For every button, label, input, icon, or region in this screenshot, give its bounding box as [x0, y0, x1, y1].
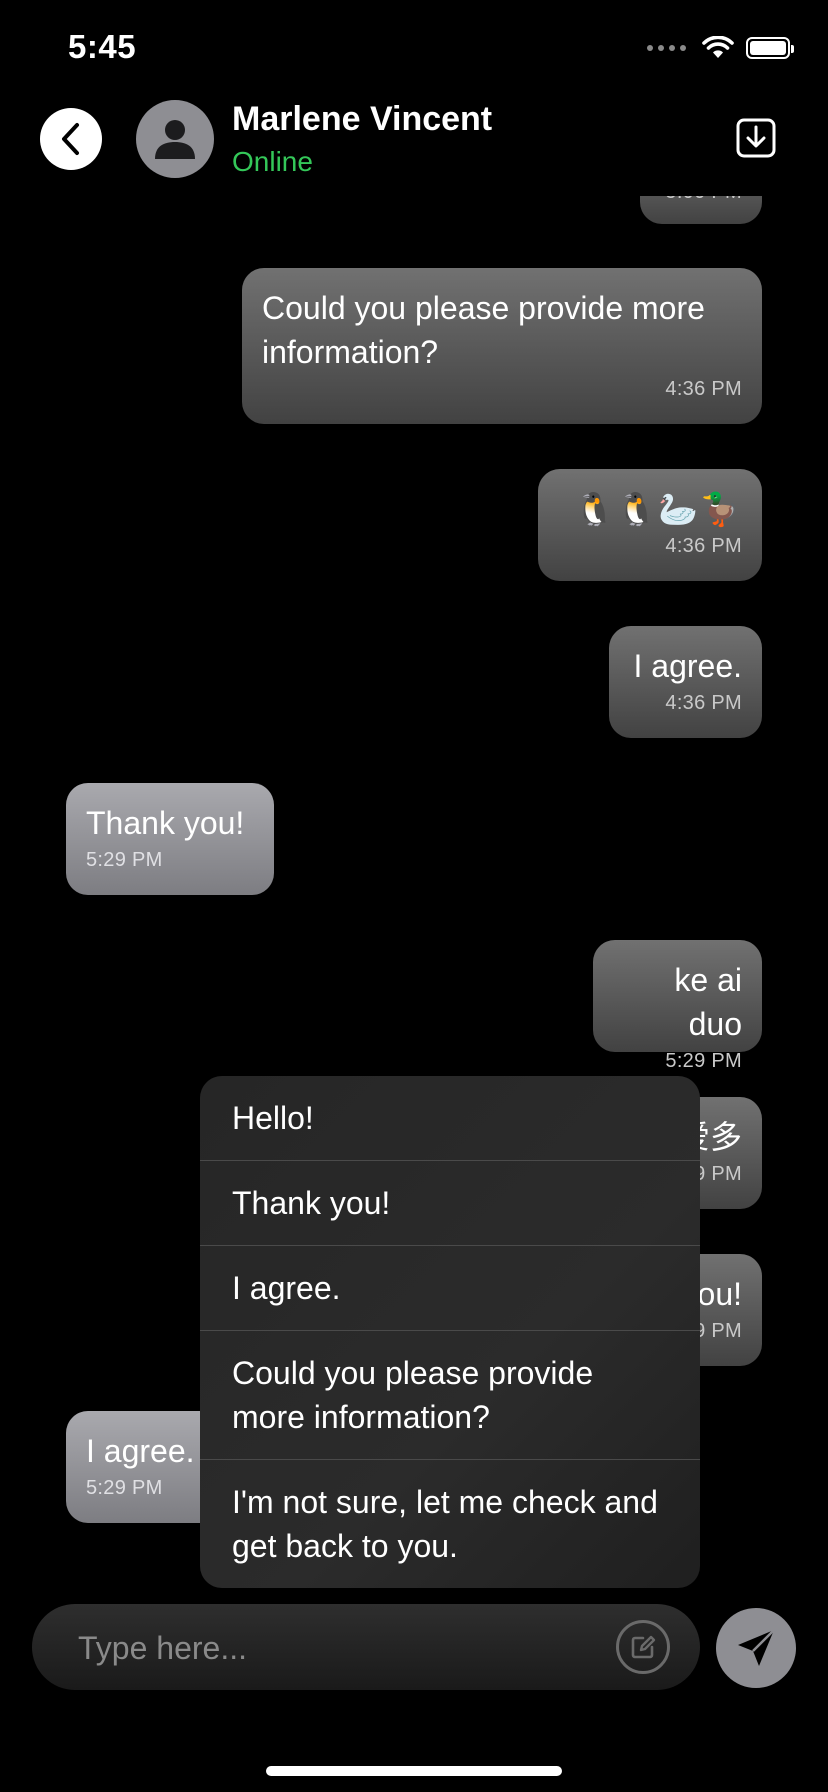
chat-header: Marlene Vincent Online — [0, 96, 828, 196]
message-bubble[interactable]: Thank you! 5:29 PM — [66, 783, 274, 895]
download-button[interactable] — [736, 118, 776, 158]
message-bubble[interactable]: I agree. 4:36 PM — [609, 626, 762, 738]
quick-reply-hello[interactable]: Hello! — [200, 1076, 700, 1161]
download-icon — [736, 118, 776, 158]
message-input[interactable] — [76, 1604, 600, 1692]
message-time: 5:29 PM — [86, 849, 163, 871]
quick-reply-thank-you[interactable]: Thank you! — [200, 1161, 700, 1246]
message-time: 5:29 PM — [665, 1050, 742, 1072]
message-text: Thank you! — [86, 805, 245, 841]
message-time: 4:36 PM — [665, 692, 742, 714]
message-text: ke ai duo — [674, 962, 742, 1042]
message-bubble[interactable]: ke ai duo 5:29 PM — [593, 940, 762, 1072]
quick-reply-i-agree[interactable]: I agree. — [200, 1246, 700, 1331]
back-button[interactable] — [40, 108, 102, 170]
chevron-left-icon — [62, 123, 79, 155]
message-text: Could you please provide more informatio… — [262, 290, 705, 370]
message-time: 4:36 PM — [665, 535, 742, 557]
home-indicator — [266, 1766, 562, 1776]
contact-name: Marlene Vincent — [232, 100, 493, 138]
quick-reply-button[interactable] — [616, 1620, 670, 1674]
contact-status: Online — [232, 146, 313, 177]
quick-reply-not-sure[interactable]: I'm not sure, let me check and get back … — [200, 1460, 700, 1588]
message-time: 4:36 PM — [665, 378, 742, 400]
quick-reply-more-info[interactable]: Could you please provide more informatio… — [200, 1331, 700, 1460]
composer — [32, 1604, 700, 1692]
quick-reply-menu: Hello! Thank you! I agree. Could you ple… — [200, 1076, 700, 1588]
message-text: I agree. — [633, 648, 742, 684]
avatar[interactable] — [136, 100, 214, 178]
person-icon — [155, 120, 195, 159]
message-bubble[interactable]: Could you please provide more informatio… — [242, 268, 762, 424]
edit-icon — [631, 1635, 656, 1659]
send-icon — [738, 1629, 775, 1666]
message-text: 🐧🐧🦢🦆 — [574, 491, 742, 527]
message-bubble[interactable]: 🐧🐧🦢🦆 4:36 PM — [538, 469, 762, 581]
send-button[interactable] — [716, 1608, 796, 1688]
